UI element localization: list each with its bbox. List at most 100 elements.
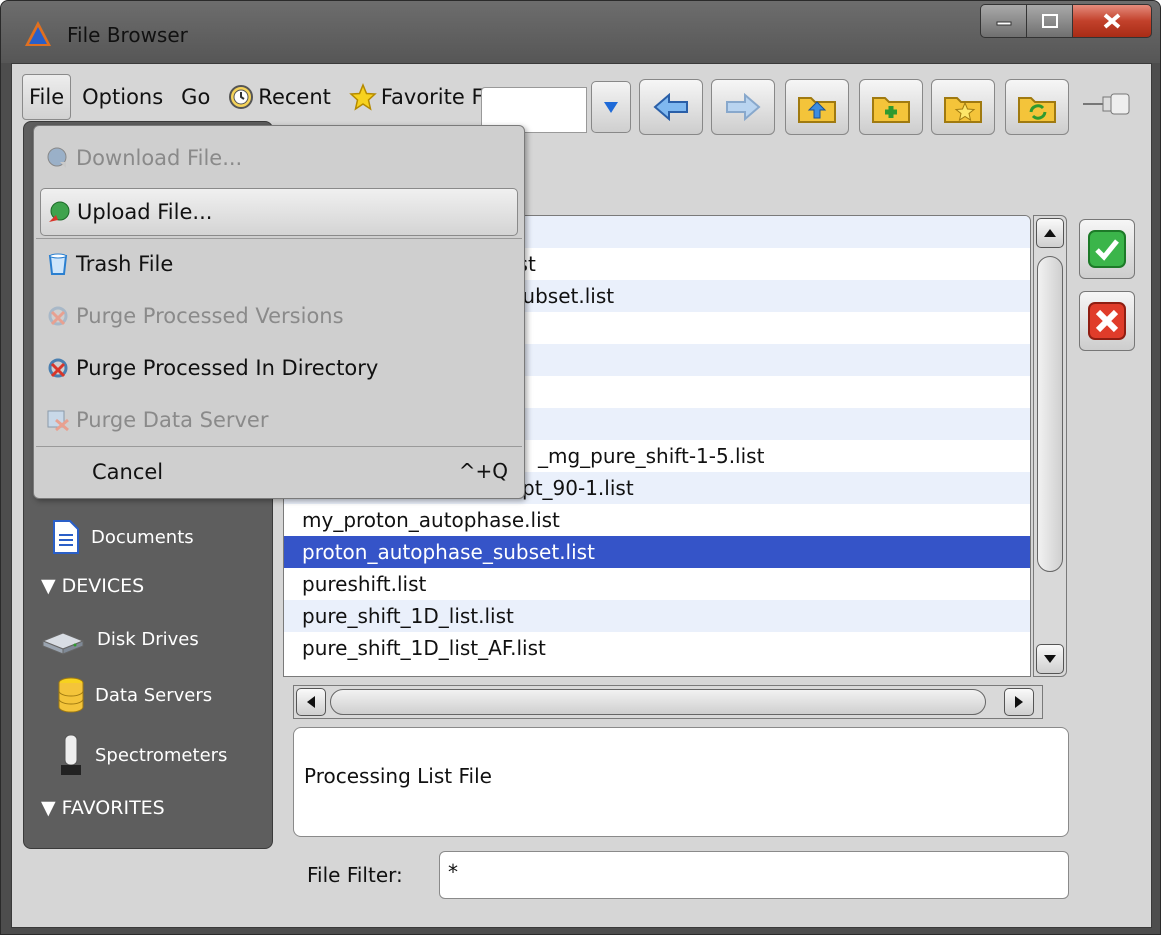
minimize-icon	[996, 21, 1011, 26]
purge-server-icon	[47, 410, 69, 432]
list-item[interactable]: my_proton_autophase.list	[284, 504, 1030, 536]
close-button[interactable]	[1072, 4, 1152, 38]
window-controls	[980, 4, 1152, 38]
database-icon	[58, 677, 84, 713]
star-icon	[349, 83, 377, 111]
maximize-button[interactable]	[1026, 4, 1072, 38]
menu-go[interactable]: Go	[174, 74, 217, 120]
menu-item-label: Trash File	[76, 252, 174, 276]
purge-icon	[48, 306, 68, 326]
menu-item-upload-file[interactable]: Upload File...	[40, 188, 518, 236]
folder-star-icon	[944, 97, 982, 123]
chevron-down-icon	[604, 102, 618, 113]
arrow-left-icon	[653, 93, 688, 121]
sidebar-item-spectrometers[interactable]: Spectrometers	[57, 733, 227, 777]
menu-file[interactable]: File	[22, 74, 72, 120]
menu-item-label: Download File...	[76, 146, 243, 170]
menu-bar: File Options Go Recent Favorite Files	[22, 72, 525, 122]
list-item[interactable]: pure_shift_1D_list_AF.list	[284, 632, 1030, 664]
menu-item-label: Upload File...	[77, 200, 213, 224]
menu-item-label: Purge Processed Versions	[76, 304, 344, 328]
close-icon	[1103, 13, 1121, 29]
forward-button[interactable]	[711, 79, 775, 135]
close-icon	[1088, 302, 1126, 340]
menu-item-purge-data-server[interactable]: Purge Data Server	[40, 396, 518, 444]
vertical-scrollbar[interactable]	[1033, 215, 1067, 677]
folder-up-icon	[798, 97, 836, 123]
horizontal-scroll-thumb[interactable]	[330, 689, 986, 715]
sidebar-section-label: FAVORITES	[61, 797, 165, 819]
title-bar[interactable]: File Browser	[1, 1, 1160, 63]
back-button[interactable]	[639, 79, 703, 135]
sidebar-item-data-servers[interactable]: Data Servers	[57, 677, 212, 713]
menu-item-label: Purge Processed In Directory	[76, 356, 379, 380]
window-title: File Browser	[67, 23, 188, 47]
folder-refresh-icon	[1018, 97, 1056, 123]
sidebar-section-favorites[interactable]: ▼ FAVORITES	[41, 797, 165, 819]
menu-item-label: Purge Data Server	[76, 408, 269, 432]
folder-add-icon	[872, 97, 910, 123]
list-item[interactable]: pureshift.list	[284, 568, 1030, 600]
menu-item-shortcut: ^+Q	[458, 459, 508, 483]
list-item[interactable]: pure_shift_1D_list.list	[284, 600, 1030, 632]
file-filter-input[interactable]: *	[439, 851, 1069, 899]
checkmark-icon	[1088, 230, 1126, 268]
file-filter-label: File Filter:	[307, 863, 403, 887]
maximize-icon	[1041, 14, 1058, 28]
scroll-up-button[interactable]	[1036, 218, 1064, 248]
menu-item-label: Cancel	[92, 460, 164, 484]
triangle-right-icon	[1015, 696, 1023, 708]
clock-icon	[229, 85, 254, 109]
menu-item-trash-file[interactable]: Trash File	[40, 240, 518, 288]
favorite-folder-button[interactable]	[931, 79, 995, 135]
ok-button[interactable]	[1079, 219, 1135, 279]
sidebar-section-label: DEVICES	[61, 575, 145, 597]
sidebar-item-label: Spectrometers	[95, 744, 228, 766]
sidebar-item-label: Data Servers	[95, 684, 213, 706]
sidebar-item-label: Documents	[91, 526, 194, 548]
menu-item-purge-processed-versions[interactable]: Purge Processed Versions	[40, 292, 518, 340]
parent-folder-button[interactable]	[785, 79, 849, 135]
menu-separator	[36, 446, 522, 447]
file-description-box: Processing List File	[293, 727, 1069, 837]
trash-icon	[48, 253, 68, 275]
scroll-right-button[interactable]	[1004, 688, 1034, 716]
file-browser-window: File Browser File Options Go Recent Favo…	[0, 0, 1161, 935]
download-icon	[47, 147, 67, 168]
document-icon	[53, 520, 79, 554]
menu-separator	[36, 238, 522, 239]
minimize-button[interactable]	[980, 4, 1026, 38]
triangle-down-icon	[1044, 655, 1056, 663]
arrow-right-icon	[726, 93, 761, 121]
menu-item-purge-processed-in-directory[interactable]: Purge Processed In Directory	[40, 344, 518, 392]
path-dropdown-button[interactable]	[591, 81, 631, 133]
purge-dir-icon	[48, 358, 68, 378]
vertical-scroll-thumb[interactable]	[1037, 256, 1063, 572]
spectrometer-icon	[61, 734, 81, 775]
sidebar-item-documents[interactable]: Documents	[51, 519, 194, 555]
cancel-button[interactable]	[1079, 291, 1135, 351]
menu-item-download-file[interactable]: Download File...	[40, 134, 518, 182]
triangle-down-icon: ▼	[41, 575, 56, 597]
triangle-down-icon: ▼	[41, 797, 56, 819]
sidebar-section-devices[interactable]: ▼ DEVICES	[41, 575, 144, 597]
menu-item-cancel[interactable]: Cancel ^+Q	[40, 448, 518, 496]
triangle-up-icon	[1044, 229, 1056, 237]
sidebar-item-label: Disk Drives	[97, 628, 199, 650]
file-menu-dropdown: Download File... Upload File... Trash Fi…	[33, 125, 525, 499]
list-item-selected[interactable]: proton_autophase_subset.list	[284, 536, 1030, 568]
sidebar-item-disk-drives[interactable]: Disk Drives	[39, 621, 199, 657]
scroll-down-button[interactable]	[1036, 644, 1064, 674]
menu-recent[interactable]: Recent	[221, 74, 338, 120]
app-logo-icon	[25, 21, 51, 46]
horizontal-scrollbar[interactable]	[293, 685, 1043, 719]
disk-drive-icon	[41, 632, 85, 655]
new-folder-button[interactable]	[859, 79, 923, 135]
menu-recent-label: Recent	[258, 85, 331, 109]
pin-icon[interactable]	[1081, 89, 1137, 119]
menu-options[interactable]: Options	[75, 74, 170, 120]
triangle-left-icon	[307, 696, 315, 708]
upload-icon	[49, 201, 70, 222]
refresh-folder-button[interactable]	[1005, 79, 1069, 135]
scroll-left-button[interactable]	[296, 688, 326, 716]
